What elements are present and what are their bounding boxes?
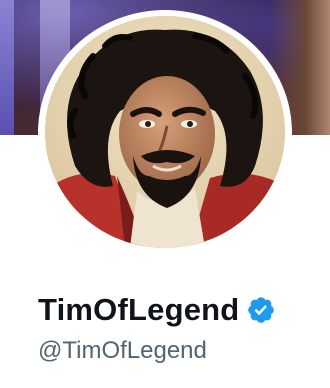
banner-left-light [0, 0, 14, 135]
name-row: TimOfLegend [38, 290, 276, 330]
verified-badge-icon[interactable] [246, 295, 276, 325]
avatar-illustration [45, 16, 285, 248]
display-name: TimOfLegend [38, 292, 240, 327]
username-handle: @TimOfLegend [38, 337, 207, 364]
avatar[interactable] [45, 16, 285, 248]
profile-header: TimOfLegend @TimOfLegend [0, 0, 330, 388]
